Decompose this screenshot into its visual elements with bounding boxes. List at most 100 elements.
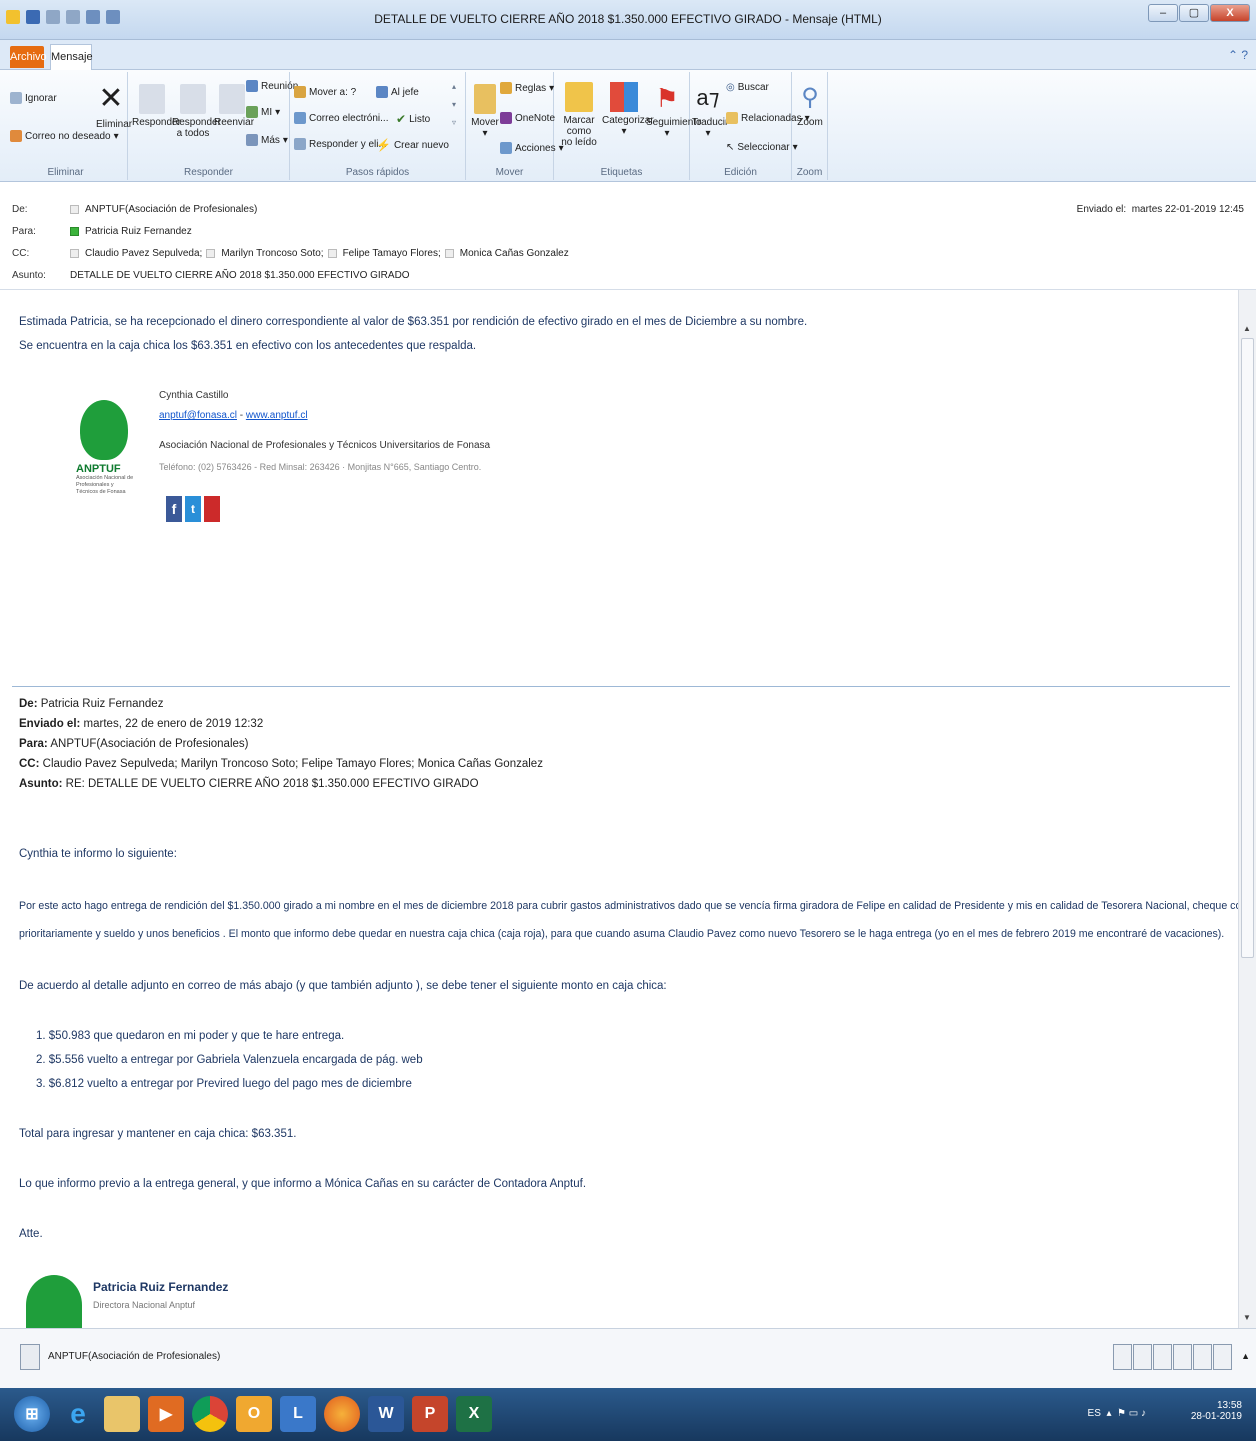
mover-button[interactable]: Mover ▾ <box>470 84 500 139</box>
social-icons: f t <box>166 496 220 522</box>
crear-nuevo-button[interactable]: ⚡ Crear nuevo <box>376 138 449 152</box>
clock-date: 28-01-2019 <box>1190 1411 1242 1422</box>
lync-icon[interactable]: L <box>280 1396 316 1432</box>
correo-electronico-button[interactable]: Correo electróni... <box>294 112 388 124</box>
avatar-icon[interactable] <box>1173 1344 1192 1370</box>
reply-icon <box>139 84 165 114</box>
correo-no-deseado-label: Correo no deseado <box>25 130 111 142</box>
responder-eliminar-button[interactable]: Responder y eli... <box>294 138 387 150</box>
categorize-icon <box>610 82 638 112</box>
start-button-icon[interactable]: ⊞ <box>14 1396 50 1432</box>
responder-button[interactable]: Responder <box>132 84 181 128</box>
tab-archivo[interactable]: Archivo <box>10 46 47 68</box>
presence-online-icon <box>70 227 79 236</box>
mas-button[interactable]: Más ▾ <box>246 134 288 146</box>
correo-no-deseado-button[interactable]: Correo no deseado ▾ <box>10 130 119 142</box>
scroll-thumb[interactable] <box>1241 338 1254 958</box>
anptuf-logo-small <box>26 1275 82 1328</box>
window-title: DETALLE DE VUELTO CIERRE AÑO 2018 $1.350… <box>374 12 882 26</box>
language-indicator[interactable]: ES ▴ ⚑ ▭ ♪ <box>1088 1408 1146 1419</box>
taskbar: ⊞ e ▶ O L W P X ES ▴ ⚑ ▭ ♪ 13:58 28-01-20… <box>0 1388 1256 1441</box>
youtube-icon[interactable] <box>204 496 220 522</box>
ignorar-button[interactable]: Ignorar <box>10 92 57 104</box>
fw-sent-value: martes, 22 de enero de 2019 12:32 <box>80 718 264 730</box>
list-item: 3. $6.812 vuelto a entregar por Previred… <box>36 1078 412 1090</box>
paragraph-main-2: prioritariamente y sueldo y unos benefic… <box>19 928 1225 940</box>
seleccionar-button[interactable]: ↖ Seleccionar ▾ <box>726 142 798 153</box>
listo-button[interactable]: ✔ Listo <box>396 112 430 126</box>
eliminar-button[interactable]: ✕ Eliminar <box>96 82 132 130</box>
avatar-icon[interactable] <box>1113 1344 1132 1370</box>
categorizar-button[interactable]: Categorizar ▾ <box>602 82 654 137</box>
cc-row: CC: Claudio Pavez Sepulveda; Marilyn Tro… <box>12 248 569 259</box>
fw-to-label: Para: <box>19 738 48 750</box>
cc-recipient[interactable]: Felipe Tamayo Flores; <box>343 248 441 259</box>
cc-recipient[interactable]: Monica Cañas Gonzalez <box>460 248 569 259</box>
file-explorer-icon[interactable] <box>104 1396 140 1432</box>
sig-email-link[interactable]: anptuf@fonasa.cl <box>159 410 237 421</box>
scroll-down-arrow-icon[interactable]: ▼ <box>1243 1313 1251 1322</box>
group-edicion: a⁊ Traducir ▾ ◎ Buscar Relacionadas ▾ ↖ Selec… <box>690 72 810 180</box>
avatar-icon[interactable] <box>1193 1344 1212 1370</box>
message-scrollbar[interactable]: ▲ ▼ <box>1238 290 1256 1328</box>
group-label-etiquetas: Etiquetas <box>600 167 643 178</box>
paragraph-closing: Atte. <box>19 1228 43 1240</box>
ignore-icon <box>10 92 22 104</box>
powerpoint-icon[interactable]: P <box>412 1396 448 1432</box>
reply-all-icon <box>180 84 206 114</box>
buscar-label: Buscar <box>737 82 769 93</box>
ignorar-label: Ignorar <box>25 92 57 104</box>
responder-todos-button[interactable]: Responder a todos <box>172 84 221 139</box>
zoom-button[interactable]: ⚲ Zoom <box>794 82 826 128</box>
sig-web-link[interactable]: www.anptuf.cl <box>246 410 308 421</box>
excel-icon[interactable]: X <box>456 1396 492 1432</box>
help-icon[interactable]: ⌃ ? <box>1228 48 1248 62</box>
people-pane: ANPTUF(Asociación de Profesionales) ▲ <box>0 1328 1256 1388</box>
clock-time: 13:58 <box>1216 1400 1242 1411</box>
fw-from-label: De: <box>19 698 38 710</box>
internet-explorer-icon[interactable]: e <box>60 1396 96 1432</box>
mi-button[interactable]: MI ▾ <box>246 106 280 118</box>
related-icon <box>726 112 738 124</box>
seguimiento-button[interactable]: ⚑ Seguimiento ▾ <box>646 82 702 139</box>
from-value[interactable]: ANPTUF(Asociación de Profesionales) <box>85 204 257 215</box>
maximize-button[interactable]: ▢ <box>1179 4 1209 22</box>
people-pane-expand-icon[interactable]: ▲ <box>1241 1351 1250 1361</box>
buscar-button[interactable]: ◎ Buscar <box>726 82 769 93</box>
avatar-icon[interactable] <box>1133 1344 1152 1370</box>
presence-icon <box>327 249 337 258</box>
paragraph-total: Total para ingresar y mantener en caja c… <box>19 1128 297 1140</box>
traducir-button[interactable]: a⁊ Traducir ▾ <box>692 82 728 139</box>
quick-steps-scroll[interactable]: ▴ ▾ ▿ <box>452 82 456 127</box>
checkmark-icon: ✔ <box>396 112 407 126</box>
al-jefe-button[interactable]: Al jefe <box>376 86 419 98</box>
facebook-icon[interactable]: f <box>166 496 182 522</box>
media-player-icon[interactable]: ▶ <box>148 1396 184 1432</box>
reenviar-button[interactable]: Reenviar <box>214 84 254 128</box>
cc-recipient[interactable]: Marilyn Troncoso Soto; <box>221 248 323 259</box>
to-value[interactable]: Patricia Ruiz Fernandez <box>85 226 192 237</box>
onenote-button[interactable]: OneNote <box>500 112 555 124</box>
firefox-icon[interactable] <box>324 1396 360 1432</box>
logo-hands-icon <box>80 400 128 460</box>
avatar-icon[interactable] <box>1153 1344 1172 1370</box>
marcar-no-leido-button[interactable]: Marcar como no leído <box>556 82 602 148</box>
close-button[interactable]: X <box>1210 4 1250 22</box>
word-icon[interactable]: W <box>368 1396 404 1432</box>
scroll-up-arrow-icon[interactable]: ▲ <box>1243 324 1251 333</box>
marcar-label-1: Marcar como <box>563 115 595 137</box>
people-pane-name[interactable]: ANPTUF(Asociación de Profesionales) <box>48 1351 220 1362</box>
tab-mensaje[interactable]: Mensaje <box>50 44 93 70</box>
boss-icon <box>376 86 388 98</box>
outlook-taskbar-icon[interactable]: O <box>236 1396 272 1432</box>
reglas-button[interactable]: Reglas ▾ <box>500 82 554 94</box>
contact-avatar-icon[interactable] <box>20 1344 40 1370</box>
avatar-icon[interactable] <box>1213 1344 1232 1370</box>
minimize-button[interactable]: – <box>1148 4 1178 22</box>
chrome-icon[interactable] <box>192 1396 228 1432</box>
cc-recipient[interactable]: Claudio Pavez Sepulveda; <box>85 248 202 259</box>
group-label-mover: Mover <box>495 167 524 178</box>
mover-a-button[interactable]: Mover a: ? <box>294 86 356 98</box>
system-clock[interactable]: 13:58 28-01-2019 <box>1191 1400 1242 1422</box>
twitter-icon[interactable]: t <box>185 496 201 522</box>
